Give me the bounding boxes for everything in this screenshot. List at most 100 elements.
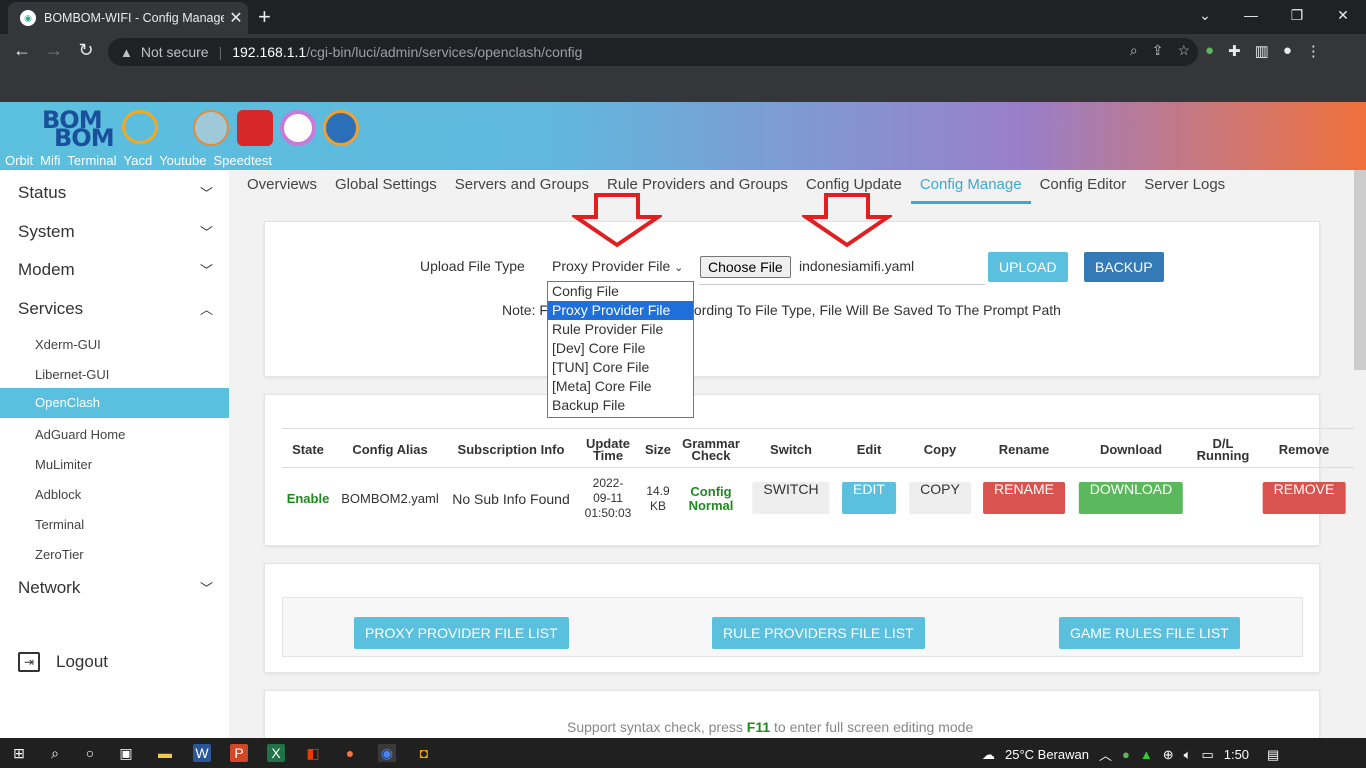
option-config-file[interactable]: Config File <box>548 282 693 301</box>
file-explorer-icon[interactable]: ▬ <box>156 744 174 762</box>
chrome-icon[interactable]: ◉ <box>378 744 396 762</box>
logout-button[interactable]: ⇥ Logout <box>18 652 108 672</box>
extension-color-icon[interactable]: ● <box>1205 42 1214 60</box>
address-bar[interactable]: ▲ Not secure | 192.168.1.1 /cgi-bin/luci… <box>108 38 1198 66</box>
cortana-icon[interactable]: ○ <box>81 744 99 762</box>
sidebar-sub-terminal[interactable]: Terminal <box>35 517 84 532</box>
download-button[interactable]: DOWNLOAD <box>1078 482 1184 514</box>
share-icon[interactable]: ⇪ <box>1152 42 1164 59</box>
remove-button[interactable]: REMOVE <box>1262 482 1346 514</box>
new-tab-button[interactable]: + <box>258 4 271 30</box>
col-subscription-info: Subscription Info <box>457 442 565 457</box>
bookmark-star-icon[interactable]: ☆ <box>1177 42 1190 59</box>
red-robot-icon[interactable] <box>237 110 273 146</box>
sidebar-item-status[interactable]: Status ﹀ <box>18 183 213 203</box>
speed-gauge-icon[interactable] <box>280 110 316 146</box>
tray-chevron-icon[interactable]: ︿ <box>1099 745 1112 764</box>
choose-file-button[interactable]: Choose File <box>700 256 791 278</box>
top-link-mifi[interactable]: Mifi <box>40 153 60 168</box>
top-link-speedtest[interactable]: Speedtest <box>213 153 272 168</box>
sidebar-sub-adblock[interactable]: Adblock <box>35 487 81 502</box>
office-icon[interactable]: ◧ <box>304 744 322 762</box>
game-rules-file-list-button[interactable]: GAME RULES FILE LIST <box>1059 617 1240 649</box>
search-icon[interactable]: ⌕ <box>46 744 64 762</box>
upload-file-type-select[interactable]: Proxy Provider File ⌄ <box>552 258 683 274</box>
sidebar-item-label: Network <box>18 578 81 597</box>
app-icon[interactable]: ◘ <box>415 744 433 762</box>
tab-search-icon[interactable]: ⌄ <box>1182 0 1228 32</box>
sidebar-item-network[interactable]: Network ﹀ <box>18 578 213 598</box>
sidebar-sub-adguard[interactable]: AdGuard Home <box>35 427 125 442</box>
windows-start-icon[interactable]: ⊞ <box>10 744 28 762</box>
sidebar-sub-openclash[interactable]: OpenClash <box>0 388 229 418</box>
browser-tab[interactable]: ◉ BOMBOM-WIFI - Config Manage ✕ <box>8 2 248 34</box>
tab-config-manage[interactable]: Config Manage <box>910 170 1031 204</box>
firefox-icon[interactable]: ● <box>341 744 359 762</box>
backup-button[interactable]: BACKUP <box>1084 252 1164 282</box>
edit-button[interactable]: EDIT <box>842 482 896 514</box>
mascot-helmet-icon[interactable] <box>323 110 359 146</box>
sidebar-sub-mulimiter[interactable]: MuLimiter <box>35 457 92 472</box>
clock-time[interactable]: 1:50 <box>1224 747 1249 762</box>
task-view-icon[interactable]: ▣ <box>117 744 135 762</box>
extension-icons: ● ✚ ▥ ● ⋮ <box>1205 42 1321 60</box>
top-link-terminal[interactable]: Terminal <box>67 153 116 168</box>
bombom-logo[interactable]: BOM BOM <box>40 106 158 152</box>
restore-icon[interactable]: ❐ <box>1274 0 1320 32</box>
tray-app-icon[interactable]: ● <box>1122 747 1130 762</box>
cat-mascot-icon[interactable] <box>193 110 229 146</box>
sidebar-item-system[interactable]: System ﹀ <box>18 222 213 242</box>
option-dev-core-file[interactable]: [Dev] Core File <box>548 339 693 358</box>
system-tray: ☁ 25°C Berawan ︿ ● ▲ ⊕ 🔈︎ ▭ 1:50 ▤ <box>982 745 1279 764</box>
option-proxy-provider-file[interactable]: Proxy Provider File <box>548 301 693 320</box>
word-icon[interactable]: W <box>193 744 211 762</box>
minimize-icon[interactable]: — <box>1228 0 1274 32</box>
tab-close-icon[interactable]: ✕ <box>224 8 248 28</box>
top-link-yacd[interactable]: Yacd <box>124 153 153 168</box>
option-meta-core-file[interactable]: [Meta] Core File <box>548 377 693 396</box>
sidebar-item-services[interactable]: Services ︿ <box>18 299 213 319</box>
close-window-icon[interactable]: ✕ <box>1320 0 1366 32</box>
sidebar-sub-zerotier[interactable]: ZeroTier <box>35 547 84 562</box>
sidebar-item-modem[interactable]: Modem ﹀ <box>18 260 213 280</box>
profile-icon[interactable]: ● <box>1283 42 1292 60</box>
browser-menu-icon[interactable]: ⋮ <box>1306 42 1321 60</box>
row-size-1: 14.9 <box>646 484 670 498</box>
battery-icon[interactable]: ▭ <box>1201 747 1213 763</box>
syntax-check-note: Support syntax check, press F11 to enter… <box>567 719 974 735</box>
tray-drive-icon[interactable]: ▲ <box>1140 747 1153 762</box>
network-icon[interactable]: ⊕ <box>1163 747 1174 763</box>
copy-button[interactable]: COPY <box>909 482 971 514</box>
sidebar-sub-libernet[interactable]: Libernet-GUI <box>35 367 109 382</box>
option-backup-file[interactable]: Backup File <box>548 396 693 415</box>
col-config-alias: Config Alias <box>352 442 428 457</box>
option-tun-core-file[interactable]: [TUN] Core File <box>548 358 693 377</box>
option-rule-provider-file[interactable]: Rule Provider File <box>548 320 693 339</box>
side-panel-icon[interactable]: ▥ <box>1255 42 1269 60</box>
notification-icon[interactable]: ▤ <box>1267 747 1279 763</box>
top-link-youtube[interactable]: Youtube <box>159 153 206 168</box>
reload-icon[interactable]: ↻ <box>74 40 98 61</box>
rule-providers-file-list-button[interactable]: RULE PROVIDERS FILE LIST <box>712 617 925 649</box>
back-icon[interactable]: ← <box>10 40 34 61</box>
proxy-provider-file-list-button[interactable]: PROXY PROVIDER FILE LIST <box>354 617 569 649</box>
sidebar-sub-xderm[interactable]: Xderm-GUI <box>35 337 101 352</box>
extensions-puzzle-icon[interactable]: ✚ <box>1228 42 1241 60</box>
tab-server-logs[interactable]: Server Logs <box>1135 170 1234 204</box>
excel-icon[interactable]: X <box>267 744 285 762</box>
tab-config-editor[interactable]: Config Editor <box>1031 170 1136 204</box>
switch-button[interactable]: SWITCH <box>752 482 830 514</box>
zoom-icon[interactable]: ⌕ <box>1130 42 1138 59</box>
chevron-down-icon: ⌄ <box>674 262 684 274</box>
rename-button[interactable]: RENAME <box>983 482 1065 514</box>
top-link-orbit[interactable]: Orbit <box>5 153 33 168</box>
tab-overviews[interactable]: Overviews <box>238 170 326 204</box>
volume-icon[interactable]: 🔈︎ <box>1184 747 1192 763</box>
page-scrollbar[interactable] <box>1354 170 1366 370</box>
upload-button[interactable]: UPLOAD <box>988 252 1068 282</box>
forward-icon[interactable]: → <box>42 40 66 61</box>
col-grammar-2: Check <box>691 448 731 463</box>
tab-global-settings[interactable]: Global Settings <box>326 170 446 204</box>
powerpoint-icon[interactable]: P <box>230 744 248 762</box>
weather-text[interactable]: 25°C Berawan <box>1005 747 1089 762</box>
